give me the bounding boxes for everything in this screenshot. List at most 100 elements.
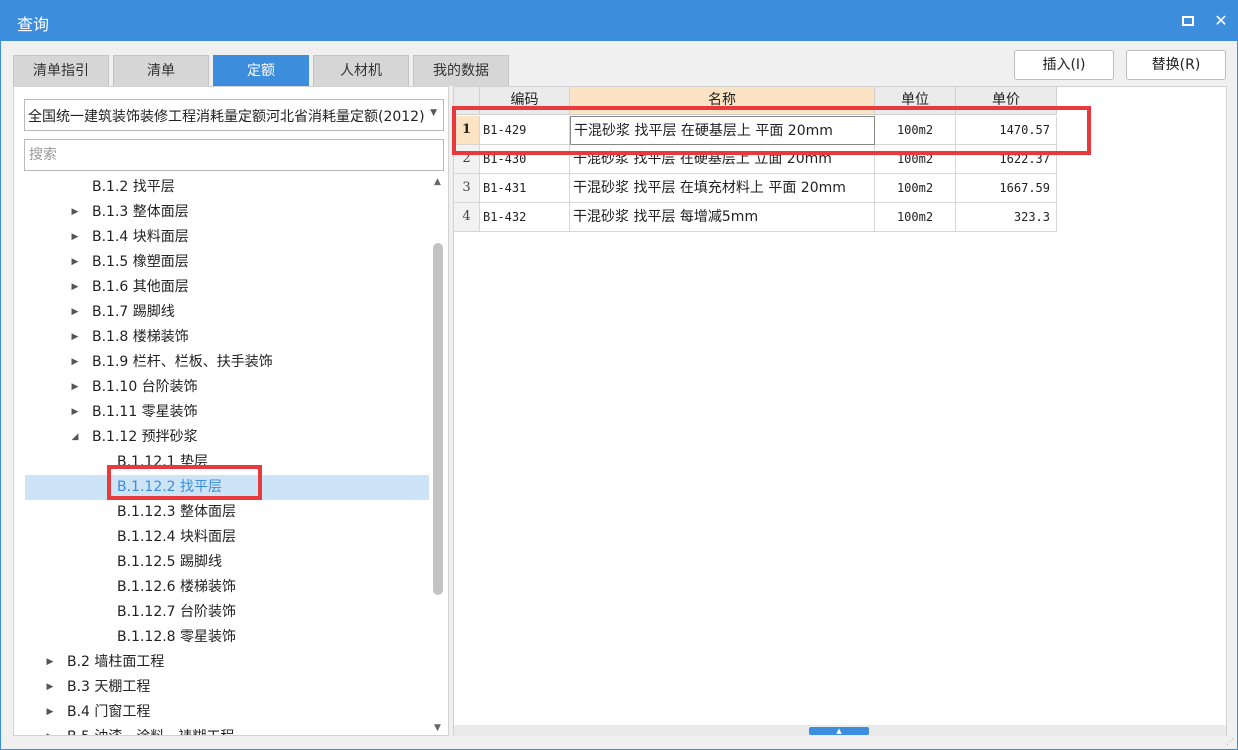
category-tree: B.1.2 找平层 ▶ B.1.3 整体面层 ▶ B.1.4 块料面层 ▶ B.1.5 橡塑… <box>25 175 429 735</box>
tree-node[interactable]: ▶ B.1.6 其他面层 <box>25 275 429 300</box>
grid-cell-code[interactable]: B1-429 <box>480 116 570 145</box>
tree-node-label: B.5 油漆、涂料、裱糊工程 <box>67 725 234 735</box>
tree-node[interactable]: ▶ B.1.3 整体面层 <box>25 200 429 225</box>
library-select-value: 全国统一建筑装饰装修工程消耗量定额河北省消耗量定额(2012) <box>28 109 424 125</box>
left-panel: 全国统一建筑装饰装修工程消耗量定额河北省消耗量定额(2012) ▼ B.1.2 … <box>13 86 449 736</box>
tree-node[interactable]: ▶ B.1.5 橡塑面层 <box>25 250 429 275</box>
tab-quota[interactable]: 定额 <box>213 55 309 86</box>
collapsed-triangle-icon[interactable]: ▶ <box>70 250 80 275</box>
tab-bill-guide[interactable]: 清单指引 <box>13 55 109 86</box>
tree-node[interactable]: B.1.12.3 整体面层 <box>25 500 429 525</box>
replace-button[interactable]: 替换(R) <box>1126 50 1226 80</box>
title-bar[interactable]: 查询 ✕ <box>1 1 1237 41</box>
splitter-grip-icon[interactable]: ▲ <box>809 727 869 735</box>
tree-node[interactable]: ▶ B.1.11 零星装饰 <box>25 400 429 425</box>
tree-node[interactable]: ▶ B.5 油漆、涂料、裱糊工程 <box>25 725 429 735</box>
tree-node[interactable]: ▶ B.1.4 块料面层 <box>25 225 429 250</box>
tree-scrollbar[interactable]: ▲ ▼ <box>430 175 446 735</box>
collapsed-triangle-icon[interactable]: ▶ <box>70 325 80 350</box>
tree-node-label: B.1.12.3 整体面层 <box>117 504 237 520</box>
tree-node-label: B.1.12.6 楼梯装饰 <box>117 579 237 595</box>
horizontal-scrollbar[interactable]: ▲ <box>454 725 1226 736</box>
tree-node-label: B.1.12 预拌砂浆 <box>92 429 198 445</box>
scrollbar-thumb[interactable] <box>433 243 443 595</box>
tab-labor-material-machine[interactable]: 人材机 <box>313 55 409 86</box>
scroll-down-icon[interactable]: ▼ <box>434 723 441 733</box>
grid-cell-price[interactable]: 1470.57 <box>956 116 1057 145</box>
collapsed-triangle-icon[interactable]: ▶ <box>70 375 80 400</box>
expanded-triangle-icon[interactable]: ◢ <box>70 425 80 450</box>
quota-grid-panel: 编码 名称 单位 单价 1 B1-429 干混砂浆 找平层 在硬基层上 平面 20mm 100… <box>453 86 1227 736</box>
resize-grip-icon[interactable]: ⋰ <box>1226 737 1234 746</box>
grid-cell-unit[interactable]: 100m2 <box>875 145 956 174</box>
insert-button[interactable]: 插入(I) <box>1014 50 1114 80</box>
row-number[interactable]: 3 <box>454 174 480 203</box>
tab-bill[interactable]: 清单 <box>113 55 209 86</box>
tree-node-label: B.1.7 踢脚线 <box>92 304 175 320</box>
tree-node-label: B.1.12.8 零星装饰 <box>117 629 237 645</box>
tree-node[interactable]: ▶ B.2 墙柱面工程 <box>25 650 429 675</box>
grid-cell-name[interactable]: 干混砂浆 找平层 在硬基层上 立面 20mm <box>570 145 875 174</box>
grid-cell-code[interactable]: B1-430 <box>480 145 570 174</box>
grid-cell-price[interactable]: 1667.59 <box>956 174 1057 203</box>
tree-node[interactable]: B.1.12.7 台阶装饰 <box>25 600 429 625</box>
col-header-name[interactable]: 名称 <box>570 87 875 115</box>
grid-cell-name[interactable]: 干混砂浆 找平层 在填充材料上 平面 20mm <box>570 174 875 203</box>
chevron-down-icon[interactable]: ▼ <box>430 108 437 118</box>
tree-node[interactable]: ▶ B.3 天棚工程 <box>25 675 429 700</box>
tab-my-data[interactable]: 我的数据 <box>413 55 509 86</box>
grid-cell-unit[interactable]: 100m2 <box>875 116 956 145</box>
window-title: 查询 <box>17 15 50 34</box>
grid-cell-price[interactable]: 1622.37 <box>956 145 1057 174</box>
tree-node[interactable]: ▶ B.1.8 楼梯装饰 <box>25 325 429 350</box>
grid-cell-name[interactable]: 干混砂浆 找平层 在硬基层上 平面 20mm <box>570 116 875 145</box>
grid-cell-name[interactable]: 干混砂浆 找平层 每增减5mm <box>570 203 875 232</box>
search-input[interactable] <box>24 139 444 171</box>
tree-node-label: B.1.12.7 台阶装饰 <box>117 604 237 620</box>
collapsed-triangle-icon[interactable]: ▶ <box>70 200 80 225</box>
grid-cell-price[interactable]: 323.3 <box>956 203 1057 232</box>
tree-node-label: B.4 门窗工程 <box>67 704 151 720</box>
tree-node-label: B.1.5 橡塑面层 <box>92 254 189 270</box>
grid-cell-unit[interactable]: 100m2 <box>875 203 956 232</box>
tree-node[interactable]: B.1.12.6 楼梯装饰 <box>25 575 429 600</box>
close-icon[interactable]: ✕ <box>1212 12 1230 30</box>
row-number[interactable]: 4 <box>454 203 480 232</box>
collapsed-triangle-icon[interactable]: ▶ <box>45 650 55 675</box>
tree-node[interactable]: B.1.12.1 垫层 <box>25 450 429 475</box>
tree-node-label: B.1.11 零星装饰 <box>92 404 198 420</box>
maximize-icon[interactable] <box>1179 12 1197 30</box>
tree-node[interactable]: ▶ B.4 门窗工程 <box>25 700 429 725</box>
grid-cell-code[interactable]: B1-431 <box>480 174 570 203</box>
scroll-up-icon[interactable]: ▲ <box>434 177 441 187</box>
collapsed-triangle-icon[interactable]: ▶ <box>70 350 80 375</box>
tree-node-label: B.1.4 块料面层 <box>92 229 189 245</box>
tree-node[interactable]: B.1.12.8 零星装饰 <box>25 625 429 650</box>
collapsed-triangle-icon[interactable]: ▶ <box>70 400 80 425</box>
tree-node[interactable]: B.1.12.4 块料面层 <box>25 525 429 550</box>
col-header-price[interactable]: 单价 <box>956 87 1057 115</box>
collapsed-triangle-icon[interactable]: ▶ <box>70 300 80 325</box>
tree-node[interactable]: B.1.12.5 踢脚线 <box>25 550 429 575</box>
collapsed-triangle-icon[interactable]: ▶ <box>70 275 80 300</box>
collapsed-triangle-icon[interactable]: ▶ <box>70 225 80 250</box>
col-header-unit[interactable]: 单位 <box>875 87 956 115</box>
collapsed-triangle-icon[interactable]: ▶ <box>45 725 55 735</box>
grid-corner <box>454 87 480 115</box>
tree-node[interactable]: ▶ B.1.10 台阶装饰 <box>25 375 429 400</box>
col-header-code[interactable]: 编码 <box>480 87 570 115</box>
tree-node[interactable]: B.1.2 找平层 <box>25 175 429 200</box>
library-select[interactable]: 全国统一建筑装饰装修工程消耗量定额河北省消耗量定额(2012) ▼ <box>24 99 444 131</box>
tree-node[interactable]: ▶ B.1.9 栏杆、栏板、扶手装饰 <box>25 350 429 375</box>
tree-node[interactable]: ▶ B.1.7 踢脚线 <box>25 300 429 325</box>
query-dialog: 查询 ✕ 清单指引 清单 定额 人材机 我的数据 插入(I) 替换(R) 全国统… <box>0 0 1238 750</box>
tree-node[interactable]: B.1.12.2 找平层 <box>25 475 429 500</box>
row-number[interactable]: 2 <box>454 145 480 174</box>
grid-cell-unit[interactable]: 100m2 <box>875 174 956 203</box>
row-number[interactable]: 1 <box>454 116 480 145</box>
grid-cell-code[interactable]: B1-432 <box>480 203 570 232</box>
tree-node-label: B.1.12.2 找平层 <box>117 479 223 495</box>
tree-node[interactable]: ◢ B.1.12 预拌砂浆 <box>25 425 429 450</box>
collapsed-triangle-icon[interactable]: ▶ <box>45 700 55 725</box>
collapsed-triangle-icon[interactable]: ▶ <box>45 675 55 700</box>
